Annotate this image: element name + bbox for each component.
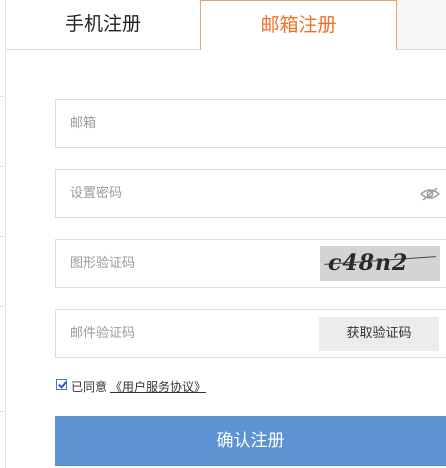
agreement-label: 已同意	[71, 380, 108, 394]
eye-hidden-icon[interactable]	[419, 185, 441, 203]
edge-divider	[0, 166, 3, 167]
email-input[interactable]	[70, 100, 310, 147]
edge-divider	[0, 96, 3, 97]
email-field	[55, 99, 446, 148]
left-edge-strip	[0, 0, 6, 468]
get-code-button[interactable]: 获取验证码	[319, 317, 439, 351]
captcha-input[interactable]	[70, 240, 310, 287]
agreement-checkbox[interactable]	[56, 379, 67, 390]
password-field	[55, 169, 446, 218]
email-code-input[interactable]	[70, 310, 310, 357]
captcha-image-text: c48n2	[328, 250, 409, 276]
captcha-field: c48n2	[55, 239, 446, 288]
register-tabs: 手机注册 邮箱注册	[6, 0, 446, 50]
confirm-register-button[interactable]: 确认注册	[55, 416, 446, 466]
password-input[interactable]	[70, 170, 310, 217]
edge-divider	[0, 411, 3, 412]
edge-divider	[0, 236, 3, 237]
edge-divider	[0, 306, 3, 307]
email-code-field: 获取验证码	[55, 309, 446, 358]
tab-phone-register[interactable]: 手机注册	[6, 0, 200, 49]
tab-email-register[interactable]: 邮箱注册	[200, 0, 397, 50]
captcha-image[interactable]: c48n2	[320, 246, 440, 281]
service-agreement-link[interactable]: 《用户服务协议》	[110, 378, 206, 395]
